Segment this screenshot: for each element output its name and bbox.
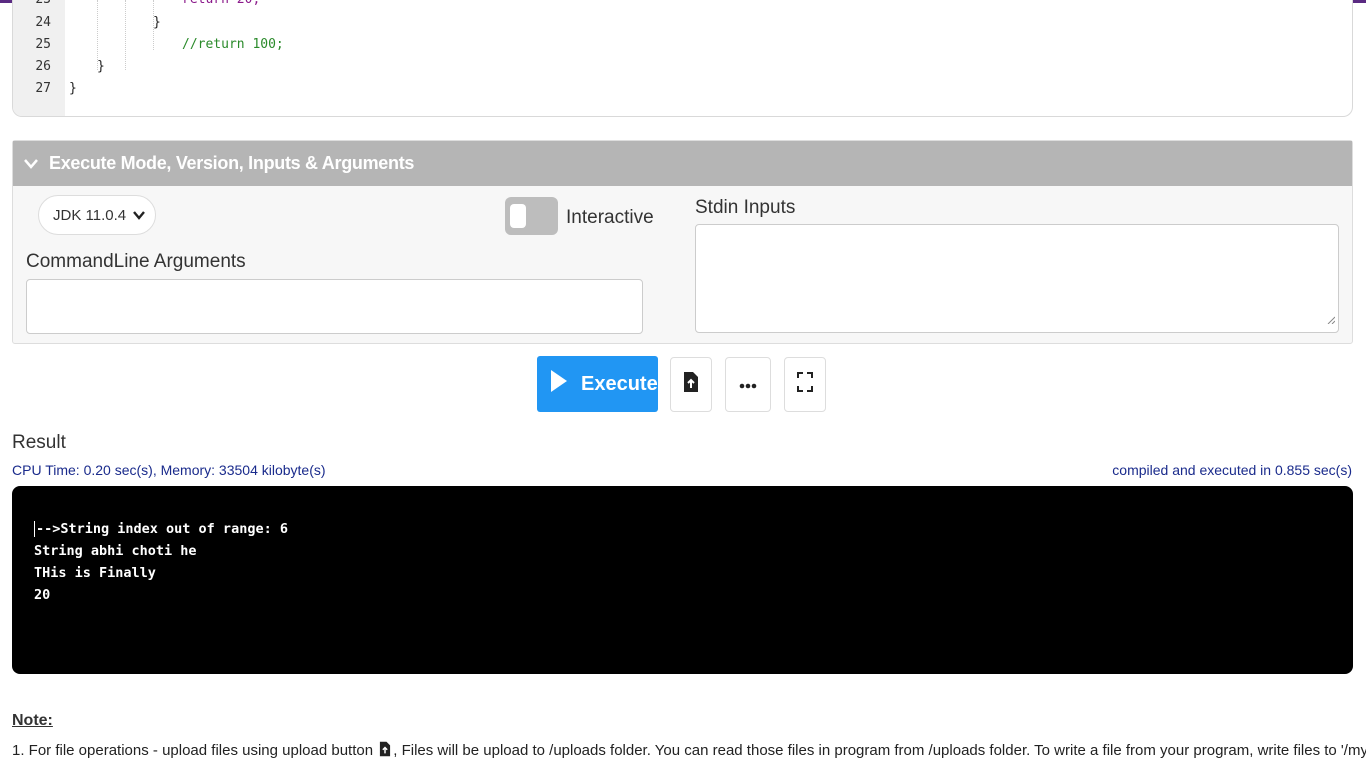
code-text: //return 100;: [182, 37, 284, 52]
output-line-text: -->String index out of range: 6: [36, 521, 288, 537]
line-number: 25: [35, 37, 51, 52]
fullscreen-button[interactable]: [784, 357, 826, 412]
toggle-knob: [510, 204, 526, 228]
result-heading: Result: [12, 432, 66, 453]
cmd-args-label: CommandLine Arguments: [26, 251, 246, 272]
execute-button[interactable]: Execute: [537, 356, 658, 412]
code-line: 27 }: [13, 78, 1352, 100]
version-selected-value: JDK 11.0.4: [53, 206, 127, 224]
text-cursor: [34, 521, 35, 537]
stdin-textarea[interactable]: [695, 224, 1339, 333]
code-text: }: [153, 15, 161, 30]
output-line: String abhi choti he: [34, 543, 197, 559]
output-line: 20: [34, 587, 51, 603]
more-options-button[interactable]: [725, 357, 771, 412]
expand-icon: [797, 372, 813, 397]
execute-label: Execute: [581, 372, 658, 395]
cmd-args-input[interactable]: [26, 279, 643, 334]
upload-file-icon: [683, 371, 699, 398]
interactive-toggle[interactable]: [505, 197, 558, 235]
chevron-down-icon: [23, 156, 39, 172]
code-line: 23 return 20;: [13, 0, 1352, 11]
compile-time: compiled and executed in 0.855 sec(s): [1112, 462, 1352, 478]
upload-button[interactable]: [670, 357, 712, 412]
cpu-memory-stats: CPU Time: 0.20 sec(s), Memory: 33504 kil…: [12, 462, 326, 478]
note-heading: Note:: [12, 712, 53, 729]
play-icon: [551, 370, 567, 398]
line-number: 24: [35, 15, 51, 30]
output-line: -->String index out of range: 6: [34, 518, 1331, 540]
output-console[interactable]: -->String index out of range: 6 String a…: [12, 486, 1353, 674]
output-line: THis is Finally: [34, 565, 156, 581]
execute-options-panel: Execute Mode, Version, Inputs & Argument…: [12, 140, 1353, 344]
code-line: 25 //return 100;: [13, 34, 1352, 56]
note-text-part: 1. For file operations - upload files us…: [12, 742, 374, 759]
execute-options-title: Execute Mode, Version, Inputs & Argument…: [49, 153, 415, 173]
note-text-part: , Files will be upload to /uploads folde…: [393, 742, 1366, 759]
note-text: 1. For file operations - upload files us…: [12, 741, 1366, 761]
interactive-label: Interactive: [566, 207, 654, 228]
version-select[interactable]: JDK 11.0.4: [38, 195, 156, 235]
line-number: 27: [35, 81, 51, 96]
code-text: }: [69, 81, 77, 96]
line-number: 26: [35, 59, 51, 74]
code-line: 24 }: [13, 12, 1352, 34]
line-number: 23: [13, 0, 51, 11]
code-line: 26 }: [13, 56, 1352, 78]
upload-file-icon: [379, 741, 391, 761]
code-text: return 20;: [182, 0, 260, 11]
execute-options-header[interactable]: Execute Mode, Version, Inputs & Argument…: [13, 141, 1352, 186]
resize-handle-icon[interactable]: [1327, 311, 1336, 329]
code-editor[interactable]: 23 return 20; 24 } 25 //return 100; 26 }…: [12, 0, 1353, 117]
chevron-down-icon: [133, 208, 145, 225]
stdin-label: Stdin Inputs: [695, 197, 796, 218]
ellipsis-icon: [739, 376, 757, 394]
code-text: }: [97, 59, 105, 74]
